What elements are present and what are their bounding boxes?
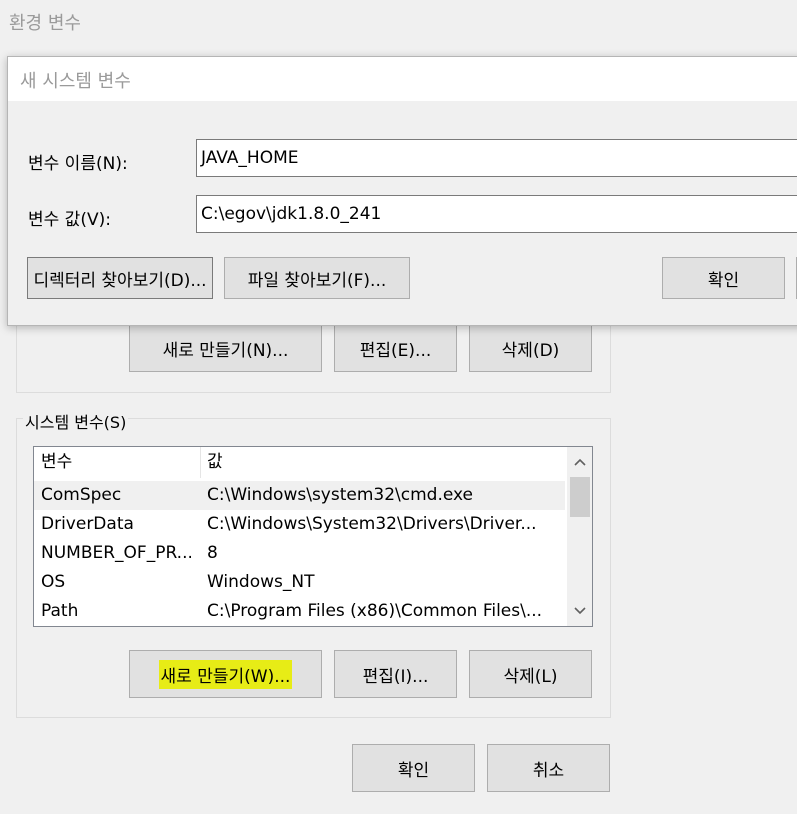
dialog-ok-button[interactable]: 확인 bbox=[662, 257, 785, 299]
ok-button[interactable]: 확인 bbox=[352, 744, 475, 792]
column-header-variable[interactable]: 변수 bbox=[41, 447, 191, 478]
variable-value-value: C:\egov\jdk1.8.0_241 bbox=[201, 204, 382, 224]
user-var-edit-label: 편집(E)... bbox=[359, 341, 432, 361]
cancel-button[interactable]: 취소 bbox=[487, 744, 610, 792]
browse-file-label: 파일 찾아보기(F)... bbox=[247, 270, 387, 291]
system-var-delete-label: 삭제(L) bbox=[503, 666, 558, 687]
browse-directory-label: 디렉터리 찾아보기(D)... bbox=[33, 270, 207, 291]
list-header: 변수 값 bbox=[34, 447, 565, 478]
row-variable-value: C:\Windows\System32\Drivers\Driver... bbox=[207, 514, 537, 534]
row-variable-value: Windows_NT bbox=[207, 572, 315, 592]
cancel-label: 취소 bbox=[532, 760, 565, 781]
row-variable-value: 8 bbox=[207, 543, 218, 563]
dialog-title: 새 시스템 변수 bbox=[20, 71, 131, 92]
row-variable-value: C:\Program Files (x86)\Common Files\... bbox=[207, 601, 543, 621]
vertical-scrollbar[interactable] bbox=[567, 447, 592, 626]
system-var-edit-label: 편집(I)... bbox=[362, 666, 429, 687]
variable-name-input[interactable]: JAVA_HOME bbox=[196, 139, 797, 177]
user-var-edit-button[interactable]: 편집(E)... bbox=[334, 325, 457, 372]
scroll-up-icon[interactable] bbox=[567, 451, 592, 473]
row-variable-name: OS bbox=[41, 572, 66, 592]
user-var-delete-label: 삭제(D) bbox=[501, 341, 560, 361]
row-variable-name: ComSpec bbox=[41, 485, 122, 505]
system-var-edit-button[interactable]: 편집(I)... bbox=[334, 650, 457, 698]
window-title: 환경 변수 bbox=[9, 13, 81, 34]
column-separator[interactable] bbox=[200, 447, 201, 478]
system-variables-group-label: 시스템 변수(S) bbox=[23, 409, 129, 433]
system-var-new-button[interactable]: 새로 만들기(W)... bbox=[129, 650, 322, 698]
browse-file-button[interactable]: 파일 찾아보기(F)... bbox=[224, 257, 410, 299]
variable-value-label: 변수 값(V): bbox=[28, 210, 111, 230]
dialog-title-bar: 새 시스템 변수 bbox=[8, 57, 797, 101]
dialog-ok-label: 확인 bbox=[707, 270, 740, 291]
row-variable-name: Path bbox=[41, 601, 79, 621]
new-system-variable-dialog: 새 시스템 변수 변수 이름(N): JAVA_HOME 변수 값(V): C:… bbox=[7, 56, 797, 326]
table-row[interactable]: ComSpec C:\Windows\system32\cmd.exe bbox=[34, 481, 565, 510]
user-var-new-label: 새로 만들기(N)... bbox=[162, 341, 289, 361]
column-header-value[interactable]: 값 bbox=[207, 447, 557, 478]
table-row[interactable]: NUMBER_OF_PR... 8 bbox=[34, 539, 565, 568]
system-var-delete-button[interactable]: 삭제(L) bbox=[469, 650, 592, 698]
ok-label: 확인 bbox=[397, 760, 430, 781]
table-row[interactable]: DriverData C:\Windows\System32\Drivers\D… bbox=[34, 510, 565, 539]
row-variable-name: NUMBER_OF_PR... bbox=[41, 543, 191, 563]
user-var-new-button[interactable]: 새로 만들기(N)... bbox=[129, 325, 322, 372]
variable-name-value: JAVA_HOME bbox=[201, 148, 299, 168]
scroll-down-icon[interactable] bbox=[567, 600, 592, 622]
row-variable-name: DriverData bbox=[41, 514, 134, 534]
browse-directory-button[interactable]: 디렉터리 찾아보기(D)... bbox=[27, 257, 213, 299]
scrollbar-thumb[interactable] bbox=[570, 477, 590, 517]
table-row[interactable]: Path C:\Program Files (x86)\Common Files… bbox=[34, 597, 565, 626]
system-var-new-label: 새로 만들기(W)... bbox=[158, 659, 293, 689]
user-var-delete-button[interactable]: 삭제(D) bbox=[469, 325, 592, 372]
table-row[interactable]: OS Windows_NT bbox=[34, 568, 565, 597]
variable-value-input[interactable]: C:\egov\jdk1.8.0_241 bbox=[196, 195, 797, 233]
system-variables-list[interactable]: 변수 값 ComSpec C:\Windows\system32\cmd.exe… bbox=[33, 446, 593, 627]
row-variable-value: C:\Windows\system32\cmd.exe bbox=[207, 485, 474, 505]
variable-name-label: 변수 이름(N): bbox=[28, 154, 128, 174]
